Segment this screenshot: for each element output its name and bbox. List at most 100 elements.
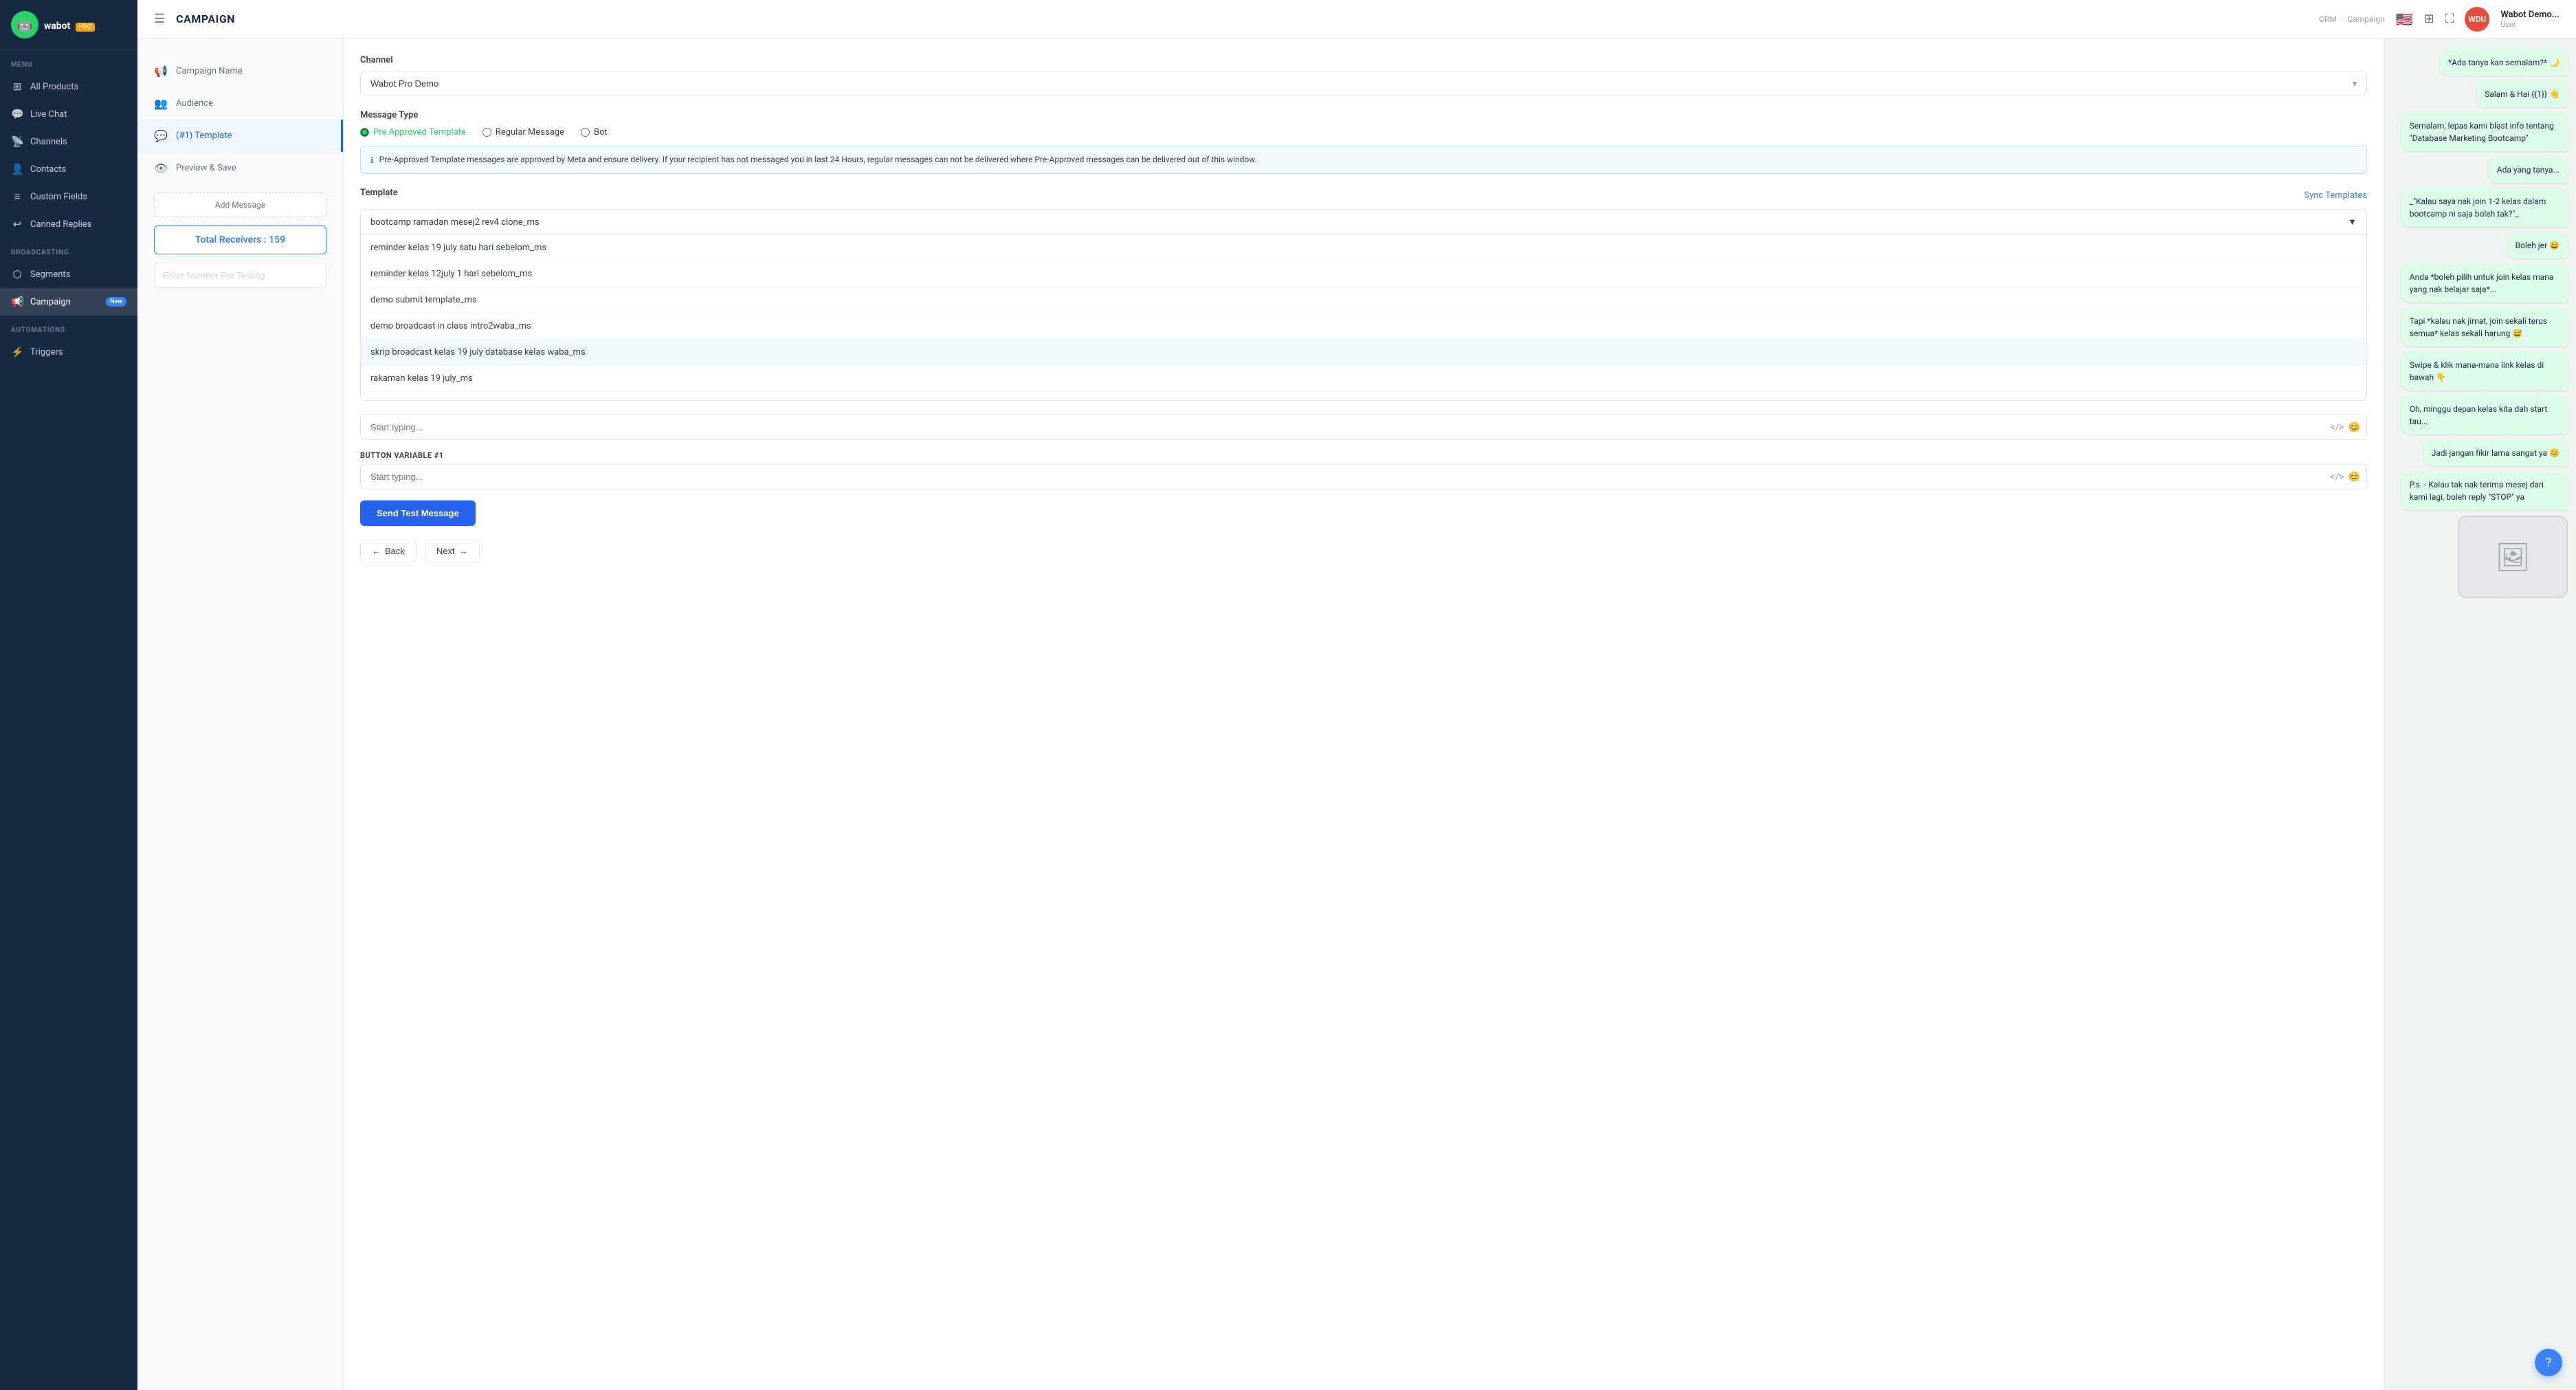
- code-icon: </>: [2330, 422, 2344, 433]
- automations-section-label: AUTOMATIONS: [0, 316, 137, 338]
- back-button[interactable]: ← Back: [360, 540, 417, 562]
- logo-text: wabot: [44, 21, 70, 32]
- help-button[interactable]: ?: [2535, 1349, 2562, 1376]
- sidebar-item-label: All Products: [30, 82, 78, 92]
- sidebar-item-label: Canned Replies: [30, 219, 91, 230]
- image-icon: 🖼: [2496, 541, 2531, 573]
- sidebar-item-triggers[interactable]: ⚡ Triggers: [0, 338, 137, 366]
- avatar[interactable]: WDU: [2465, 7, 2489, 32]
- variable-section-0: </> 😊: [360, 415, 2367, 440]
- campaign-icon: 📢: [11, 296, 23, 308]
- sidebar: 🤖 wabot PRO MENU ⊞ All Products 💬 Live C…: [0, 0, 137, 1390]
- template-item[interactable]: rakaman kelas 19 july_ms: [361, 366, 2366, 392]
- button-variable-icons: </> 😊: [2330, 472, 2360, 483]
- template-item[interactable]: demo submit template_ms: [361, 287, 2366, 313]
- template-item[interactable]: reminder kelas 19 july satu hari sebelom…: [361, 235, 2366, 261]
- button-variable-input-wrapper: </> 😊: [360, 464, 2367, 489]
- new-badge: New: [106, 297, 126, 307]
- channel-select[interactable]: Wabot Pro Demo: [360, 71, 2367, 96]
- sidebar-item-segments[interactable]: ⬡ Segments: [0, 261, 137, 288]
- template-group: Template Sync Templates bootcamp ramadan…: [360, 188, 2367, 401]
- campaign-name-icon: 📢: [154, 65, 168, 78]
- info-box: ℹ Pre-Approved Template messages are app…: [360, 146, 2367, 174]
- send-test-message-button[interactable]: Send Test Message: [360, 500, 476, 526]
- radio-pre-approved[interactable]: Pre Approved Template: [360, 127, 466, 137]
- breadcrumb-separator: ›: [2341, 14, 2344, 24]
- channel-select-wrapper: Wabot Pro Demo ▼: [360, 71, 2367, 96]
- sidebar-item-label: Triggers: [30, 347, 63, 357]
- header: ☰ CAMPAIGN CRM › Campaign 🇺🇸 ⊞ ⛶ WDU Wab…: [137, 0, 2576, 38]
- broadcasting-section-label: BROADCASTING: [0, 238, 137, 261]
- grid-icon: ⊞: [11, 80, 23, 93]
- campaign-panel: 📢 Campaign Name 👥 Audience 💬 (#1) Templa…: [137, 38, 2576, 1390]
- reply-icon: ↩: [11, 218, 23, 230]
- radio-group: Pre Approved Template Regular Message Bo…: [360, 127, 2367, 137]
- sidebar-item-label: Channels: [30, 137, 67, 147]
- preview-message: Boleh jer 😄: [2507, 232, 2568, 258]
- step-label: Preview & Save: [176, 163, 236, 173]
- total-receivers: Total Receivers : 159: [154, 225, 326, 254]
- user-role: User: [2500, 20, 2560, 29]
- variable-input-icons: </> 😊: [2330, 422, 2360, 433]
- preview-message: Anda *boleh pilih untuk join kelas mana …: [2401, 264, 2568, 302]
- page-title: CAMPAIGN: [176, 12, 235, 25]
- breadcrumb-page: Campaign: [2347, 14, 2384, 24]
- header-right: CRM › Campaign 🇺🇸 ⊞ ⛶ WDU Wabot Demo... …: [2319, 7, 2560, 32]
- next-button[interactable]: Next →: [425, 540, 480, 562]
- logo-area: 🤖 wabot PRO: [0, 0, 137, 50]
- nav-buttons: ← Back Next →: [360, 540, 2367, 562]
- sidebar-item-all-products[interactable]: ⊞ All Products: [0, 73, 137, 100]
- preview-messages: *Ada tanya kan semalam?* 🌙 Salam & Hai {…: [2384, 38, 2576, 609]
- step-template[interactable]: 💬 (#1) Template: [137, 120, 343, 152]
- preview-image-placeholder: 🖼: [2458, 516, 2568, 598]
- preview-message: _"Kalau saya nak join 1-2 kelas dalam bo…: [2401, 188, 2568, 227]
- sidebar-item-campaign[interactable]: 📢 Campaign New: [0, 288, 137, 316]
- language-flag[interactable]: 🇺🇸: [2396, 11, 2413, 27]
- hamburger-icon[interactable]: ☰: [154, 12, 165, 26]
- radio-bot[interactable]: Bot: [581, 127, 608, 137]
- sidebar-item-contacts[interactable]: 👤 Contacts: [0, 155, 137, 183]
- preview-message: Oh, minggu depan kelas kita dah start ta…: [2401, 396, 2568, 434]
- chevron-down-icon: ▼: [2348, 217, 2357, 228]
- audience-icon: 👥: [154, 97, 168, 110]
- template-selected[interactable]: bootcamp ramadan mesej2 rev4 clone_ms ▼: [361, 210, 2366, 235]
- template-dropdown: bootcamp ramadan mesej2 rev4 clone_ms ▼ …: [360, 209, 2367, 401]
- step-label: (#1) Template: [176, 131, 232, 141]
- template-item[interactable]: demo broadcast in class intro2waba_ms: [361, 313, 2366, 340]
- test-number-field: [154, 263, 326, 288]
- sync-templates-link[interactable]: Sync Templates: [2304, 190, 2367, 201]
- add-message-btn[interactable]: Add Message: [154, 192, 326, 217]
- preview-message: Swipe & klik mana-mana link kelas di baw…: [2401, 352, 2568, 390]
- sidebar-item-label: Live Chat: [30, 109, 67, 120]
- emoji-icon[interactable]: 😊: [2349, 422, 2360, 433]
- emoji-icon[interactable]: 😊: [2349, 472, 2360, 483]
- variable-input-start-typing[interactable]: [360, 415, 2367, 440]
- next-arrow-icon: →: [459, 546, 468, 556]
- fullscreen-icon[interactable]: ⛶: [2445, 12, 2454, 26]
- main-content: ☰ CAMPAIGN CRM › Campaign 🇺🇸 ⊞ ⛶ WDU Wab…: [137, 0, 2576, 1390]
- sidebar-item-custom-fields[interactable]: ≡ Custom Fields: [0, 183, 137, 210]
- template-header: Template Sync Templates: [360, 188, 2367, 203]
- steps-sidebar: 📢 Campaign Name 👥 Audience 💬 (#1) Templa…: [137, 38, 344, 1390]
- channel-group: Channel Wabot Pro Demo ▼: [360, 55, 2367, 96]
- contacts-icon: 👤: [11, 163, 23, 175]
- back-arrow-icon: ←: [372, 546, 381, 556]
- radio-regular[interactable]: Regular Message: [482, 127, 564, 137]
- test-number-input[interactable]: [154, 263, 326, 288]
- step-campaign-name[interactable]: 📢 Campaign Name: [137, 55, 343, 87]
- sidebar-item-live-chat[interactable]: 💬 Live Chat: [0, 100, 137, 128]
- button-variable-input[interactable]: [360, 464, 2367, 489]
- fields-icon: ≡: [11, 190, 23, 203]
- preview-message: P.s. - Kalau tak nak terima mesej dari k…: [2401, 472, 2568, 510]
- step-audience[interactable]: 👥 Audience: [137, 87, 343, 120]
- user-info: Wabot Demo... User: [2500, 10, 2560, 29]
- template-item[interactable]: reminder kelas 12july 1 hari sebelom_ms: [361, 261, 2366, 287]
- template-item[interactable]: skrip followup kelas 21jun2023 jamke23_m…: [361, 392, 2366, 400]
- step-preview-save[interactable]: 👁 Preview & Save: [137, 152, 343, 184]
- sidebar-item-canned-replies[interactable]: ↩ Canned Replies: [0, 210, 137, 238]
- sidebar-item-channels[interactable]: 📡 Channels: [0, 128, 137, 155]
- grid-view-icon[interactable]: ⊞: [2424, 12, 2434, 26]
- template-item-highlighted[interactable]: skrip broadcast kelas 19 july database k…: [361, 340, 2366, 366]
- variable-input-wrapper: </> 😊: [360, 415, 2367, 440]
- message-type-group: Message Type Pre Approved Template Regul…: [360, 110, 2367, 174]
